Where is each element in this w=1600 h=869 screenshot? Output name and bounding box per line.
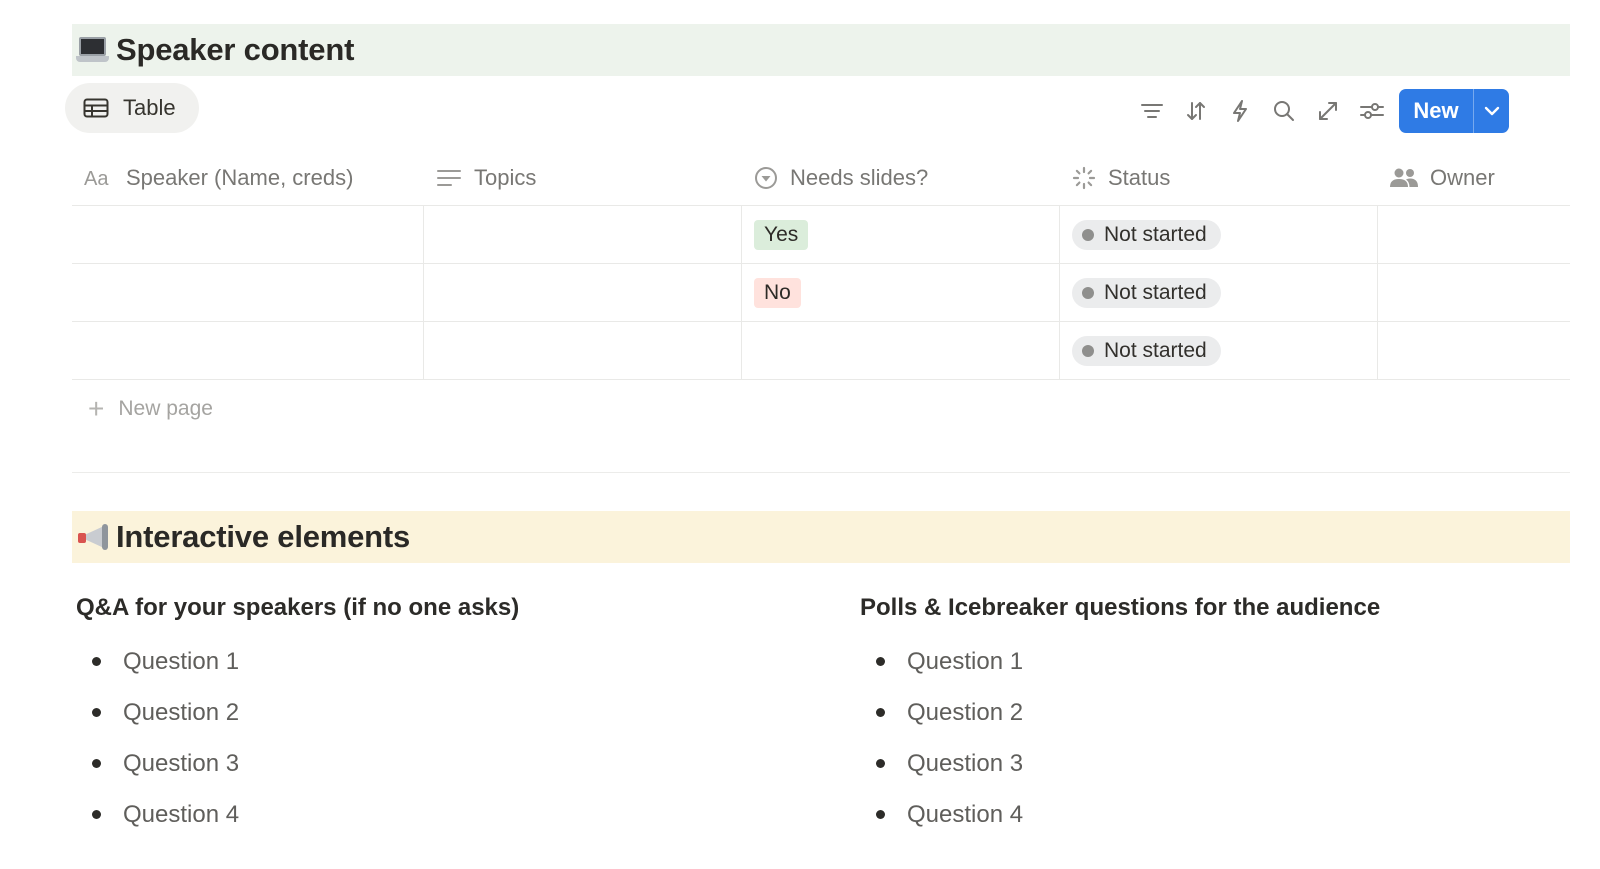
cell-needs-slides[interactable] — [742, 322, 1060, 379]
bullet-icon — [92, 759, 101, 768]
column-header-speaker[interactable]: Aa Speaker (Name, creds) — [72, 150, 424, 205]
cell-status[interactable]: Not started — [1060, 206, 1378, 263]
status-dot-icon — [1082, 344, 1094, 357]
status-icon — [1072, 166, 1096, 189]
table-row[interactable]: Not started — [72, 322, 1570, 380]
bullet-icon — [92, 708, 101, 717]
view-toolbar — [1130, 94, 1394, 128]
search-icon[interactable] — [1262, 94, 1306, 128]
column-header-topics[interactable]: Topics — [424, 150, 742, 205]
qa-column: Q&A for your speakers (if no one asks) Q… — [76, 594, 519, 840]
polls-heading: Polls & Icebreaker questions for the aud… — [860, 594, 1381, 621]
polls-column: Polls & Icebreaker questions for the aud… — [860, 594, 1380, 840]
status-dot-icon — [1082, 228, 1094, 241]
cell-topics[interactable] — [424, 264, 742, 321]
lines-icon — [437, 169, 461, 186]
table-header: Aa Speaker (Name, creds) Topics Needs sl… — [72, 150, 1570, 206]
heading-title: Speaker content — [116, 32, 355, 67]
list-item[interactable]: Question 3 — [860, 738, 1380, 789]
cell-needs-slides[interactable]: No — [742, 264, 1060, 321]
chevron-down-icon[interactable] — [1473, 89, 1509, 133]
status-dot-icon — [1082, 286, 1094, 299]
list-item[interactable]: Question 2 — [76, 687, 519, 738]
qa-heading: Q&A for your speakers (if no one asks) — [76, 594, 520, 621]
yes-tag: Yes — [754, 219, 809, 250]
cell-owner[interactable] — [1378, 322, 1570, 379]
svg-text:Aa: Aa — [84, 168, 109, 188]
list-item[interactable]: Question 3 — [76, 738, 519, 789]
new-page-label: New page — [118, 397, 213, 420]
list-item[interactable]: Question 2 — [860, 687, 1380, 738]
divider — [72, 472, 1570, 473]
column-header-needs-slides[interactable]: Needs slides? — [742, 150, 1060, 205]
status-badge: Not started — [1072, 277, 1221, 308]
tab-label: Table — [123, 95, 176, 120]
list-item[interactable]: Question 4 — [860, 789, 1380, 840]
heading-title: Interactive elements — [116, 519, 411, 554]
bullet-icon — [876, 708, 885, 717]
cell-topics[interactable] — [424, 206, 742, 263]
cell-status[interactable]: Not started — [1060, 322, 1378, 379]
bullet-icon — [876, 759, 885, 768]
automation-icon[interactable] — [1218, 94, 1262, 128]
laptop-icon — [76, 33, 110, 67]
status-badge: Not started — [1072, 335, 1221, 366]
cell-needs-slides[interactable]: Yes — [742, 206, 1060, 263]
list-item[interactable]: Question 4 — [76, 789, 519, 840]
list-item[interactable]: Question 1 — [76, 636, 519, 687]
no-tag: No — [754, 277, 801, 308]
polls-list: Question 1 Question 2 Question 3 Questio… — [860, 636, 1380, 840]
megaphone-icon — [76, 520, 110, 554]
table-icon — [83, 98, 109, 118]
bullet-icon — [92, 657, 101, 666]
expand-icon[interactable] — [1306, 94, 1350, 128]
status-badge: Not started — [1072, 219, 1221, 250]
new-button[interactable]: New — [1399, 89, 1509, 133]
new-button-label[interactable]: New — [1399, 89, 1473, 133]
settings-icon[interactable] — [1350, 94, 1394, 128]
cell-status[interactable]: Not started — [1060, 264, 1378, 321]
sort-icon[interactable] — [1174, 94, 1218, 128]
qa-list: Question 1 Question 2 Question 3 Questio… — [76, 636, 519, 840]
cell-speaker[interactable] — [72, 264, 424, 321]
cell-speaker[interactable] — [72, 322, 424, 379]
cell-topics[interactable] — [424, 322, 742, 379]
column-header-owner[interactable]: Owner — [1378, 150, 1570, 205]
page: Speaker content Table New Aa Speaker (Na… — [0, 0, 1600, 869]
cell-owner[interactable] — [1378, 206, 1570, 263]
bullet-icon — [92, 810, 101, 819]
cell-owner[interactable] — [1378, 264, 1570, 321]
speaker-table: Aa Speaker (Name, creds) Topics Needs sl… — [72, 150, 1570, 438]
new-page-button[interactable]: + New page — [72, 380, 1570, 438]
speaker-content-heading: Speaker content — [72, 24, 1570, 76]
bullet-icon — [876, 657, 885, 666]
people-icon — [1390, 168, 1418, 187]
bullet-icon — [876, 810, 885, 819]
table-row[interactable]: No Not started — [72, 264, 1570, 322]
select-icon — [755, 166, 777, 189]
text-type-icon: Aa — [84, 168, 109, 188]
column-header-status[interactable]: Status — [1060, 150, 1378, 205]
cell-speaker[interactable] — [72, 206, 424, 263]
table-row[interactable]: Yes Not started — [72, 206, 1570, 264]
list-item[interactable]: Question 1 — [860, 636, 1380, 687]
interactive-elements-heading: Interactive elements — [72, 511, 1570, 563]
tab-table-view[interactable]: Table — [65, 83, 199, 133]
plus-icon: + — [88, 393, 105, 424]
filter-icon[interactable] — [1130, 94, 1174, 128]
